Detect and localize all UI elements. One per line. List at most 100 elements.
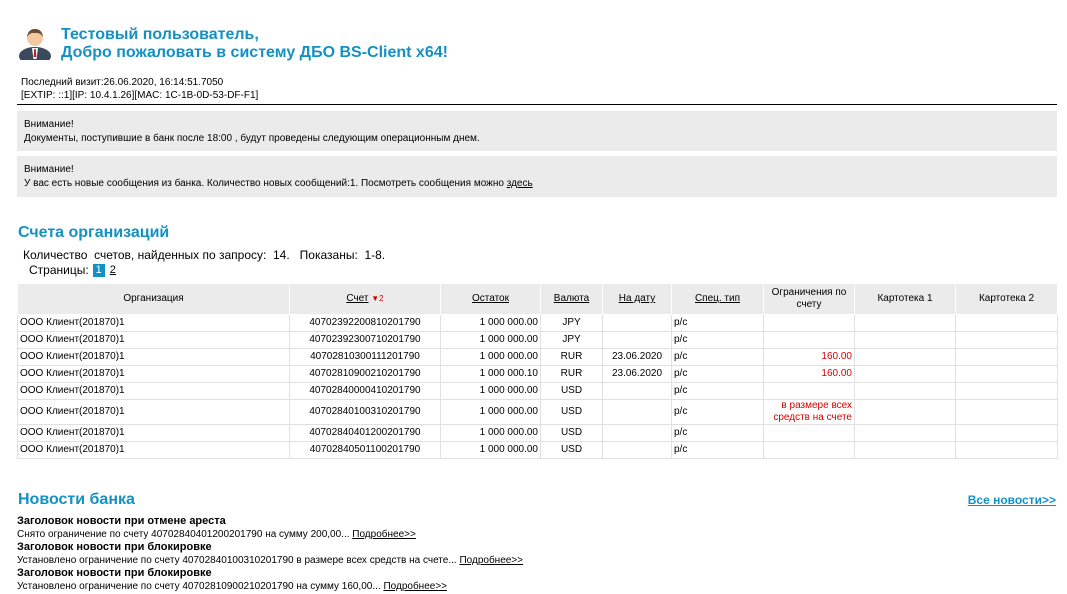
col-card1: Картотека 1 xyxy=(854,283,956,315)
news-more-link[interactable]: Подробнее>> xyxy=(459,555,523,566)
cell-spec: р/с xyxy=(671,382,764,400)
cell-card2 xyxy=(955,399,1058,425)
cell-org: ООО Клиент(201870)1 xyxy=(17,382,290,400)
table-row[interactable]: ООО Клиент(201870)1 40702840100310201790 1… xyxy=(17,399,1058,425)
news-item: Заголовок новости при отмене ареста Снято… xyxy=(17,515,523,541)
cell-card2 xyxy=(955,331,1058,349)
user-avatar-icon xyxy=(19,29,51,60)
news-item-text: Снято ограничение по счету 4070284040120… xyxy=(17,529,350,540)
sort-currency-link[interactable]: Валюта xyxy=(554,293,589,304)
cell-card2 xyxy=(955,314,1058,332)
sort-spec-link[interactable]: Спец. тип xyxy=(695,293,740,304)
cell-card1 xyxy=(854,424,956,442)
page-2-link[interactable]: 2 xyxy=(110,264,116,276)
cell-currency: RUR xyxy=(540,348,603,366)
news-item: Заголовок новости при блокировке Установл… xyxy=(17,567,523,593)
cell-card1 xyxy=(854,441,956,459)
notice-box-messages: Внимание! У вас есть новые сообщения из … xyxy=(17,156,1057,197)
cell-date: 23.06.2020 xyxy=(602,348,672,366)
cell-card1 xyxy=(854,331,956,349)
cell-org: ООО Клиент(201870)1 xyxy=(17,441,290,459)
col-currency[interactable]: Валюта xyxy=(540,283,603,315)
cell-spec: р/с xyxy=(671,331,764,349)
accounts-count-text: Количество счетов, найденных по запросу:… xyxy=(23,248,386,262)
table-header-row: Организация Счет ▼2 Остаток Валюта На да… xyxy=(17,283,1058,315)
notice-text-body: У вас есть новые сообщения из банка. Кол… xyxy=(24,178,507,189)
notice-text: У вас есть новые сообщения из банка. Кол… xyxy=(24,177,1050,191)
cell-card2 xyxy=(955,348,1058,366)
cell-balance: 1 000 000.00 xyxy=(440,441,541,459)
sort-date-link[interactable]: На дату xyxy=(619,293,655,304)
table-row[interactable]: ООО Клиент(201870)1 40702810900210201790 1… xyxy=(17,365,1058,383)
col-number[interactable]: Счет ▼2 xyxy=(289,283,441,315)
cell-spec: р/с xyxy=(671,441,764,459)
cell-currency: JPY xyxy=(540,331,603,349)
cell-number: 40702392200810201790 xyxy=(289,314,441,332)
cell-number: 40702840501100201790 xyxy=(289,441,441,459)
welcome-line-2: Добро пожаловать в систему ДБО BS-Client… xyxy=(61,44,448,61)
news-item-title: Заголовок новости при блокировке xyxy=(17,541,212,553)
cell-limits xyxy=(763,314,855,332)
col-limits: Ограничения по счету xyxy=(763,283,855,315)
news-item-title: Заголовок новости при блокировке xyxy=(17,567,212,579)
news-item-body: Установлено ограничение по счету 4070284… xyxy=(17,554,523,567)
table-row[interactable]: ООО Клиент(201870)1 40702840000410201790 1… xyxy=(17,382,1058,400)
table-row[interactable]: ООО Клиент(201870)1 40702840501100201790 1… xyxy=(17,441,1058,459)
messages-link[interactable]: здесь xyxy=(507,178,533,189)
news-section-title: Новости банка xyxy=(18,491,135,508)
news-item: Заголовок новости при блокировке Установл… xyxy=(17,541,523,567)
cell-spec: р/с xyxy=(671,424,764,442)
col-balance[interactable]: Остаток xyxy=(440,283,541,315)
cell-date xyxy=(602,382,672,400)
cell-card1 xyxy=(854,382,956,400)
cell-limits: в размере всех средств на счете xyxy=(763,399,855,425)
table-row[interactable]: ООО Клиент(201870)1 40702392200810201790 1… xyxy=(17,314,1058,332)
cell-currency: USD xyxy=(540,382,603,400)
col-card2: Картотека 2 xyxy=(955,283,1058,315)
table-row[interactable]: ООО Клиент(201870)1 40702840401200201790 1… xyxy=(17,424,1058,442)
cell-number: 40702840000410201790 xyxy=(289,382,441,400)
accounts-section-title: Счета организаций xyxy=(18,224,170,241)
cell-currency: RUR xyxy=(540,365,603,383)
cell-limits xyxy=(763,382,855,400)
news-more-link[interactable]: Подробнее>> xyxy=(383,581,447,592)
cell-org: ООО Клиент(201870)1 xyxy=(17,365,290,383)
cell-currency: USD xyxy=(540,399,603,425)
table-row[interactable]: ООО Клиент(201870)1 40702392300710201790 1… xyxy=(17,331,1058,349)
header-divider xyxy=(17,104,1057,105)
news-item-text: Установлено ограничение по счету 4070281… xyxy=(17,581,381,592)
cell-card1 xyxy=(854,314,956,332)
cell-org: ООО Клиент(201870)1 xyxy=(17,314,290,332)
cell-card2 xyxy=(955,365,1058,383)
cell-balance: 1 000 000.00 xyxy=(440,348,541,366)
cell-balance: 1 000 000.00 xyxy=(440,382,541,400)
cell-limits: 160.00 xyxy=(763,365,855,383)
notice-title: Внимание! xyxy=(24,164,74,175)
last-visit-text: Последний визит:26.06.2020, 16:14:51.705… xyxy=(21,77,224,88)
cell-card1 xyxy=(854,348,956,366)
news-item-body: Снято ограничение по счету 4070284040120… xyxy=(17,528,523,541)
cell-spec: р/с xyxy=(671,348,764,366)
accounts-table: Организация Счет ▼2 Остаток Валюта На да… xyxy=(17,283,1058,459)
all-news-link[interactable]: Все новости>> xyxy=(968,493,1056,507)
cell-limits: 160.00 xyxy=(763,348,855,366)
news-more-link[interactable]: Подробнее>> xyxy=(352,529,416,540)
sort-balance-link[interactable]: Остаток xyxy=(472,293,509,304)
col-spec[interactable]: Спец. тип xyxy=(671,283,764,315)
page-1-current[interactable]: 1 xyxy=(92,263,105,277)
last-visit-info: Последний визит:26.06.2020, 16:14:51.705… xyxy=(21,76,258,102)
cell-number: 40702392300710201790 xyxy=(289,331,441,349)
pagination: Страницы: 1 2 xyxy=(29,263,116,277)
cell-spec: р/с xyxy=(671,399,764,425)
col-org: Организация xyxy=(17,283,290,315)
network-info-text: [EXTIP: ::1][IP: 10.4.1.26][MAC: 1C-1B-0… xyxy=(21,90,259,101)
cell-card2 xyxy=(955,424,1058,442)
table-row[interactable]: ООО Клиент(201870)1 40702810300111201790 1… xyxy=(17,348,1058,366)
cell-balance: 1 000 000.10 xyxy=(440,365,541,383)
news-item-text: Установлено ограничение по счету 4070284… xyxy=(17,555,457,566)
news-list: Заголовок новости при отмене ареста Снято… xyxy=(17,515,523,593)
cell-spec: р/с xyxy=(671,314,764,332)
cell-limits xyxy=(763,424,855,442)
col-date[interactable]: На дату xyxy=(602,283,672,315)
sort-number-link[interactable]: Счет xyxy=(346,293,368,304)
